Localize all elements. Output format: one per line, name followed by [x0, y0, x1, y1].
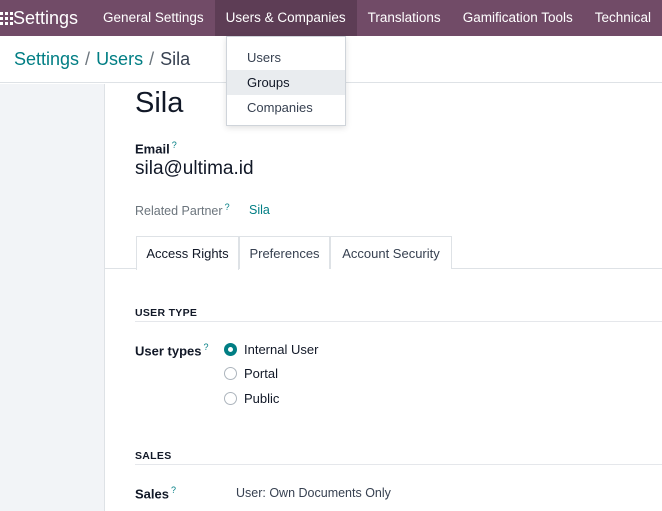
related-partner-link[interactable]: Sila: [249, 203, 270, 217]
sales-access-select[interactable]: User: Own Documents Only: [236, 486, 391, 500]
radio-internal-user[interactable]: Internal User: [224, 342, 318, 357]
breadcrumb: Settings / Users / Sila: [14, 49, 190, 70]
breadcrumb-settings[interactable]: Settings: [14, 49, 79, 69]
tab-preferences[interactable]: Preferences: [239, 236, 330, 269]
user-types-label: User types?: [135, 342, 209, 359]
section-divider: [135, 321, 662, 322]
section-divider: [135, 464, 662, 465]
page-background: [0, 84, 104, 511]
help-icon[interactable]: ?: [172, 140, 177, 150]
top-navbar: Settings General Settings Users & Compan…: [0, 0, 662, 36]
help-icon[interactable]: ?: [203, 342, 208, 352]
menu-technical[interactable]: Technical: [584, 0, 662, 36]
dropdown-item-companies[interactable]: Companies: [227, 95, 345, 120]
sales-label: Sales?: [135, 485, 176, 502]
radio-checked-icon[interactable]: [224, 343, 237, 356]
related-partner-label: Related Partner?: [135, 202, 230, 219]
radio-label: Internal User: [244, 342, 319, 357]
breadcrumb-users[interactable]: Users: [96, 49, 143, 69]
apps-menu-icon[interactable]: [0, 0, 13, 36]
record-name[interactable]: Sila: [135, 87, 183, 120]
section-title-user-type: USER TYPE: [135, 307, 198, 319]
email-label: Email?: [135, 140, 177, 157]
tab-account-security[interactable]: Account Security: [330, 236, 452, 269]
tab-access-rights[interactable]: Access Rights: [136, 236, 239, 270]
section-title-sales: SALES: [135, 450, 172, 462]
radio-label: Public: [244, 391, 280, 406]
menu-general-settings[interactable]: General Settings: [92, 0, 215, 36]
users-companies-dropdown: Users Groups Companies: [226, 36, 346, 126]
dropdown-item-users[interactable]: Users: [227, 45, 345, 70]
breadcrumb-separator: /: [85, 49, 91, 69]
breadcrumb-separator: /: [149, 49, 155, 69]
help-icon[interactable]: ?: [225, 202, 230, 212]
radio-public[interactable]: Public: [224, 391, 279, 406]
radio-unchecked-icon[interactable]: [224, 367, 237, 380]
radio-label: Portal: [244, 366, 278, 381]
menu-translations[interactable]: Translations: [357, 0, 452, 36]
menu-users-companies[interactable]: Users & Companies: [214, 0, 357, 36]
email-field[interactable]: sila@ultima.id: [135, 158, 254, 180]
breadcrumb-current: Sila: [160, 49, 191, 69]
help-icon[interactable]: ?: [171, 485, 176, 495]
dropdown-item-groups[interactable]: Groups: [227, 70, 345, 95]
app-brand[interactable]: Settings: [13, 0, 92, 36]
radio-unchecked-icon[interactable]: [224, 392, 237, 405]
radio-portal[interactable]: Portal: [224, 366, 278, 381]
menu-gamification-tools[interactable]: Gamification Tools: [452, 0, 584, 36]
form-sheet: [104, 84, 662, 511]
